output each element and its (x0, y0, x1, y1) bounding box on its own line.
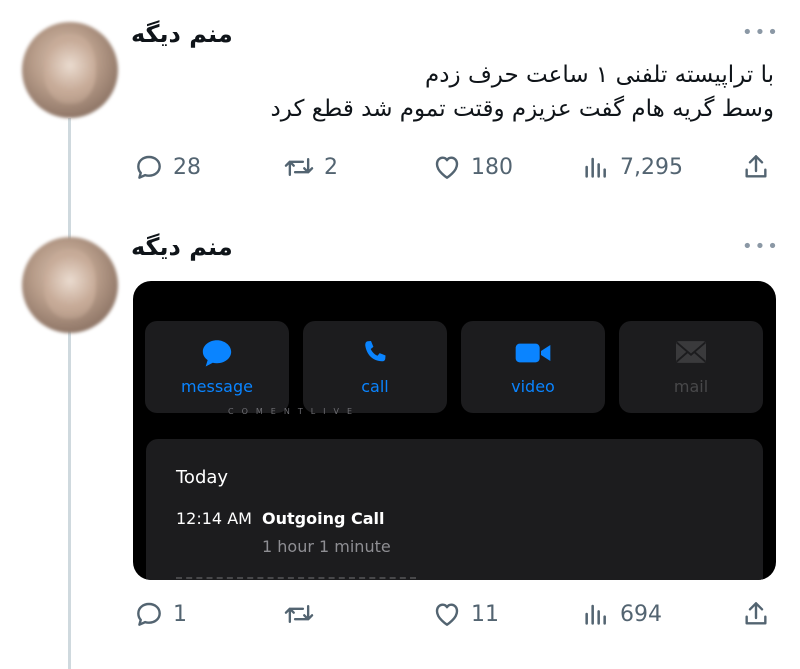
contact-action-message: message (145, 321, 289, 413)
like-button[interactable]: 180 (431, 151, 513, 183)
views-chart-icon (585, 157, 606, 178)
author-name[interactable]: منم دیگه (131, 233, 233, 261)
views-button[interactable]: 7,295 (580, 151, 683, 183)
phone-icon (365, 341, 386, 362)
tweet-text-line: با تراپیسته تلفنی ۱ ساعت حرف زدم (425, 62, 774, 88)
message-bubble-icon (202, 340, 232, 367)
call-history-panel: Today 12:14 AM Outgoing Call 1 hour 1 mi… (146, 439, 763, 580)
view-count: 694 (620, 601, 662, 627)
retweet-count: 2 (324, 154, 338, 180)
contact-action-call: call (303, 321, 447, 413)
reply-button[interactable]: 1 (133, 598, 187, 630)
reply-button[interactable]: 28 (133, 151, 201, 183)
more-options-icon[interactable]: ••• (742, 236, 780, 257)
retweet-button[interactable] (282, 598, 324, 630)
video-camera-icon (515, 343, 551, 363)
like-count: 180 (471, 154, 513, 180)
reply-icon (137, 155, 161, 179)
avatar[interactable] (22, 22, 118, 118)
cropped-row-remnant (176, 577, 416, 580)
retweet-icon (284, 157, 314, 177)
like-count: 11 (471, 601, 499, 627)
action-label: video (511, 377, 555, 396)
heart-icon (435, 156, 459, 179)
tweet-text: با تراپیسته تلفنی ۱ ساعت حرف زدم وسط گری… (271, 58, 774, 126)
action-label: message (181, 377, 253, 396)
heart-icon (435, 603, 459, 626)
retweet-button[interactable]: 2 (282, 151, 338, 183)
view-count: 7,295 (620, 154, 683, 180)
retweet-icon (284, 604, 314, 624)
watermark-text: COMENTLIVE (228, 407, 361, 416)
author-name[interactable]: منم دیگه (131, 20, 233, 48)
call-type: Outgoing Call (262, 509, 385, 528)
reply-count: 28 (173, 154, 201, 180)
share-icon (745, 602, 767, 625)
share-icon (745, 155, 767, 178)
call-duration: 1 hour 1 minute (262, 537, 391, 556)
views-chart-icon (585, 604, 606, 625)
more-options-icon[interactable]: ••• (742, 22, 780, 43)
tweet-text-line: وسط گریه هام گفت عزیزم وقتت تموم شد قطع … (270, 96, 774, 122)
call-time: 12:14 AM (176, 509, 252, 528)
action-label: call (361, 377, 389, 396)
like-button[interactable]: 11 (431, 598, 499, 630)
reply-icon (137, 602, 161, 626)
reply-count: 1 (173, 601, 187, 627)
thread-connector-line (68, 118, 71, 669)
history-day-heading: Today (176, 467, 229, 488)
views-button[interactable]: 694 (580, 598, 662, 630)
share-button[interactable] (740, 151, 772, 183)
action-label: mail (673, 377, 709, 396)
avatar[interactable] (22, 237, 118, 333)
contact-action-video: video (461, 321, 605, 413)
envelope-icon (676, 341, 706, 363)
contact-action-mail: mail (619, 321, 763, 413)
tweet-media-image[interactable]: message call video mail COMENTLIVE Today… (133, 281, 776, 580)
share-button[interactable] (740, 598, 772, 630)
